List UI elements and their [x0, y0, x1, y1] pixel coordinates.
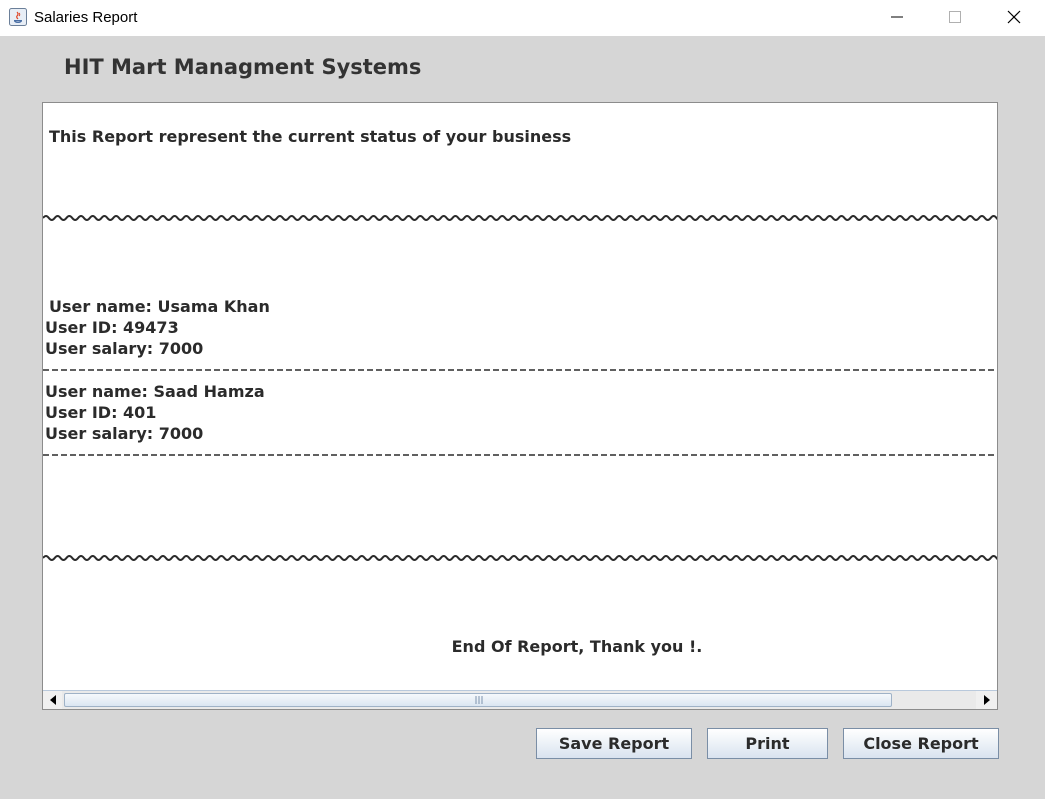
user-id: User ID: 401	[45, 403, 157, 422]
user-salary: User salary: 7000	[45, 424, 204, 443]
java-app-icon	[9, 8, 27, 26]
minimize-button[interactable]	[868, 0, 926, 34]
app-heading: HIT Mart Managment Systems	[64, 55, 422, 79]
tilde-separator	[43, 553, 997, 563]
user-name: User name: Saad Hamza	[45, 382, 265, 401]
dash-separator	[43, 454, 997, 456]
close-icon	[1007, 10, 1021, 24]
maximize-icon	[949, 11, 961, 23]
title-bar: Salaries Report	[0, 0, 1045, 36]
print-button[interactable]: Print	[707, 728, 828, 759]
user-salary: User salary: 7000	[45, 339, 204, 358]
dash-separator	[43, 369, 997, 371]
maximize-button[interactable]	[926, 0, 984, 34]
close-report-button[interactable]: Close Report	[843, 728, 999, 759]
scroll-thumb[interactable]	[64, 693, 892, 707]
grip-icon	[475, 696, 483, 704]
scroll-track[interactable]	[62, 691, 976, 709]
user-name: User name: Usama Khan	[49, 297, 270, 316]
user-id: User ID: 49473	[45, 318, 179, 337]
arrow-right-icon	[984, 695, 990, 705]
save-report-button[interactable]: Save Report	[536, 728, 692, 759]
report-text-area[interactable]: This Report represent the current status…	[43, 103, 997, 690]
scroll-right-button[interactable]	[978, 691, 996, 709]
minimize-icon	[891, 16, 903, 18]
scroll-left-button[interactable]	[44, 691, 62, 709]
horizontal-scrollbar[interactable]	[43, 690, 997, 709]
report-footer: End Of Report, Thank you !.	[451, 637, 703, 656]
report-intro: This Report represent the current status…	[49, 127, 572, 146]
close-window-button[interactable]	[985, 0, 1043, 34]
arrow-left-icon	[50, 695, 56, 705]
report-scroll-pane[interactable]: This Report represent the current status…	[42, 102, 998, 710]
tilde-separator	[43, 213, 997, 223]
window-title: Salaries Report	[34, 9, 138, 26]
